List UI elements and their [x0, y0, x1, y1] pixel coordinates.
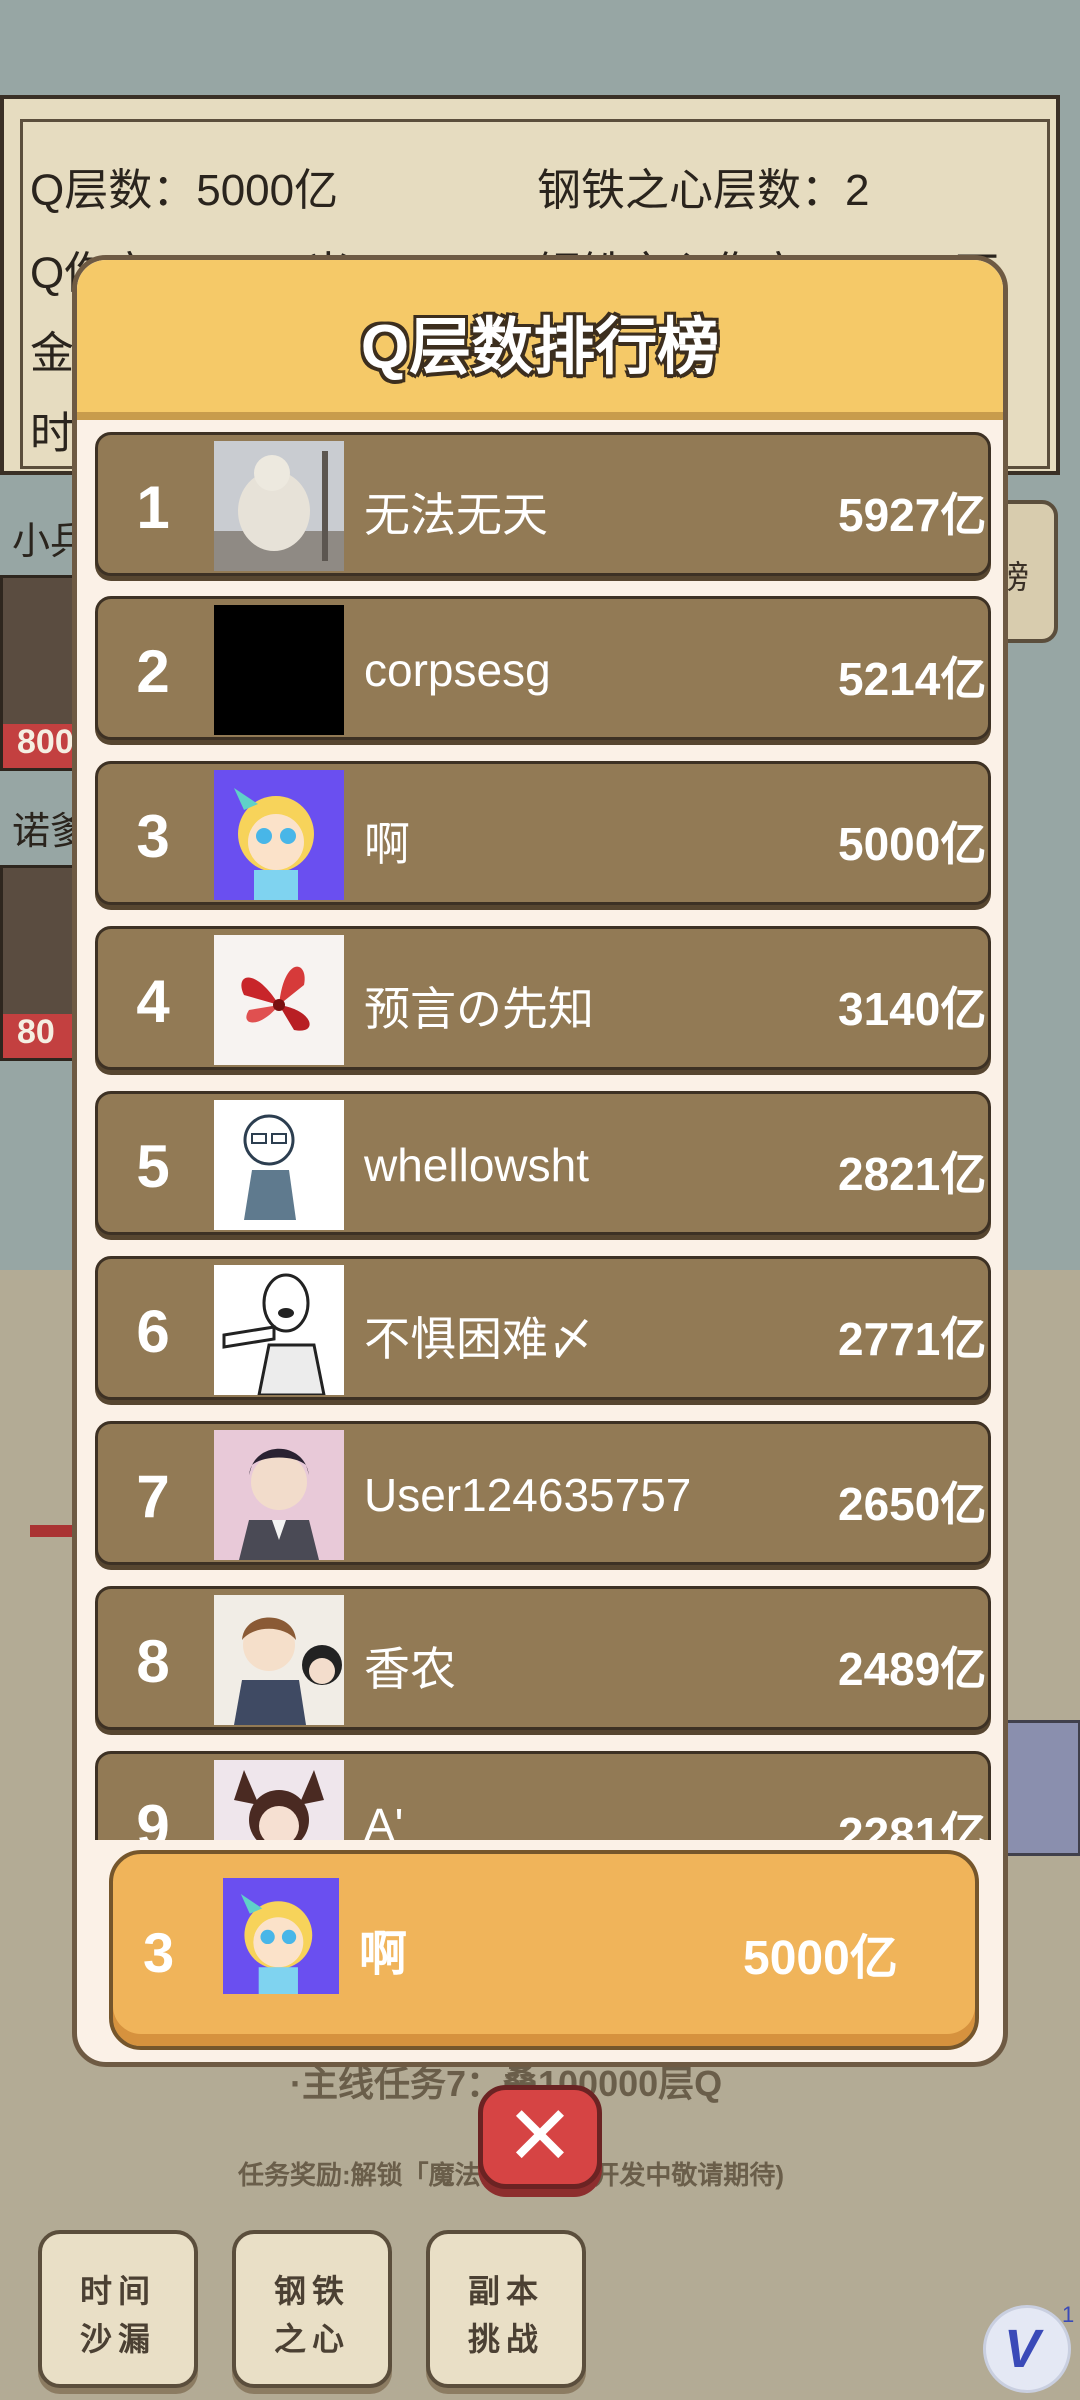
rank-number: 7: [136, 1463, 170, 1530]
rank-number: 6: [136, 1298, 170, 1365]
player-score: 2489亿: [838, 1643, 987, 1695]
black-avatar: [214, 605, 344, 735]
player-score: 2650亿: [838, 1478, 987, 1530]
player-score: 2771亿: [838, 1313, 987, 1365]
leaderboard-row[interactable]: 7 User124635757 2650亿: [95, 1421, 991, 1565]
rank-number: 5: [136, 1133, 170, 1200]
leaderboard-modal: Q层数排行榜 1 无法无天 5927亿 2 corpsesg 5214亿 3 啊…: [72, 255, 1008, 2067]
leaderboard-row[interactable]: 3 啊 5000亿: [95, 761, 991, 905]
my-rank-number: 3: [143, 1921, 175, 1984]
player-name: 预言の先知: [364, 983, 594, 1035]
rank-number: 3: [136, 803, 170, 870]
player-score: 5927亿: [838, 489, 987, 541]
rank-number: 9: [136, 1793, 170, 1840]
player-score: 5214亿: [838, 653, 987, 705]
player-name: User124635757: [364, 1469, 692, 1521]
rank-number: 4: [136, 968, 170, 1035]
rank-number: 2: [136, 638, 170, 705]
close-icon: ✕: [505, 2091, 575, 2182]
player-name: A': [364, 1799, 404, 1840]
my-player-score: 5000亿: [743, 1932, 898, 1985]
player-score: 5000亿: [838, 818, 987, 870]
leaderboard-row[interactable]: 6 不惧困难〆 2771亿: [95, 1256, 991, 1400]
leaderboard-row[interactable]: 8 香农 2489亿: [95, 1586, 991, 1730]
manga-sketch-avatar: [214, 1265, 344, 1395]
leaderboard-row[interactable]: 2 corpsesg 5214亿: [95, 596, 991, 740]
fox-girl-avatar: [214, 1760, 344, 1840]
sketch-boy-avatar: [214, 1100, 344, 1230]
rank-number: 1: [136, 474, 170, 541]
rank-number: 8: [136, 1628, 170, 1695]
modal-title: Q层数排行榜: [360, 313, 720, 382]
close-button[interactable]: ✕: [478, 2085, 602, 2189]
player-name: 香农: [364, 1643, 456, 1695]
red-flower-avatar: [214, 935, 344, 1065]
player-name: 不惧困难〆: [364, 1313, 594, 1365]
cartoon-girl-avatar: [223, 1878, 339, 1994]
player-score: 2821亿: [838, 1148, 987, 1200]
anime-couple-avatar: [214, 1595, 344, 1725]
player-name: whellowsht: [364, 1139, 589, 1191]
my-player-name: 啊: [359, 1928, 408, 1981]
player-name: 无法无天: [364, 489, 548, 541]
leaderboard-row[interactable]: 5 whellowsht 2821亿: [95, 1091, 991, 1235]
leaderboard-list[interactable]: 1 无法无天 5927亿 2 corpsesg 5214亿 3 啊 5000亿: [95, 432, 991, 1840]
player-score: 3140亿: [838, 983, 987, 1035]
player-name: corpsesg: [364, 644, 551, 696]
cartoon-girl-avatar: [214, 770, 344, 900]
modal-header: Q层数排行榜: [77, 260, 1003, 420]
leaderboard-row[interactable]: 4 预言の先知 3140亿: [95, 926, 991, 1070]
player-name: 啊: [364, 818, 410, 870]
leaderboard-row[interactable]: 1 无法无天 5927亿: [95, 432, 991, 576]
leaderboard-row[interactable]: 9 A' 2281亿: [95, 1751, 991, 1840]
anime-man-avatar: [214, 1430, 344, 1560]
my-rank-row[interactable]: 3 啊 5000亿: [109, 1850, 979, 2050]
player-score: 2281亿: [838, 1808, 987, 1840]
snow-figure-avatar: [214, 441, 344, 571]
